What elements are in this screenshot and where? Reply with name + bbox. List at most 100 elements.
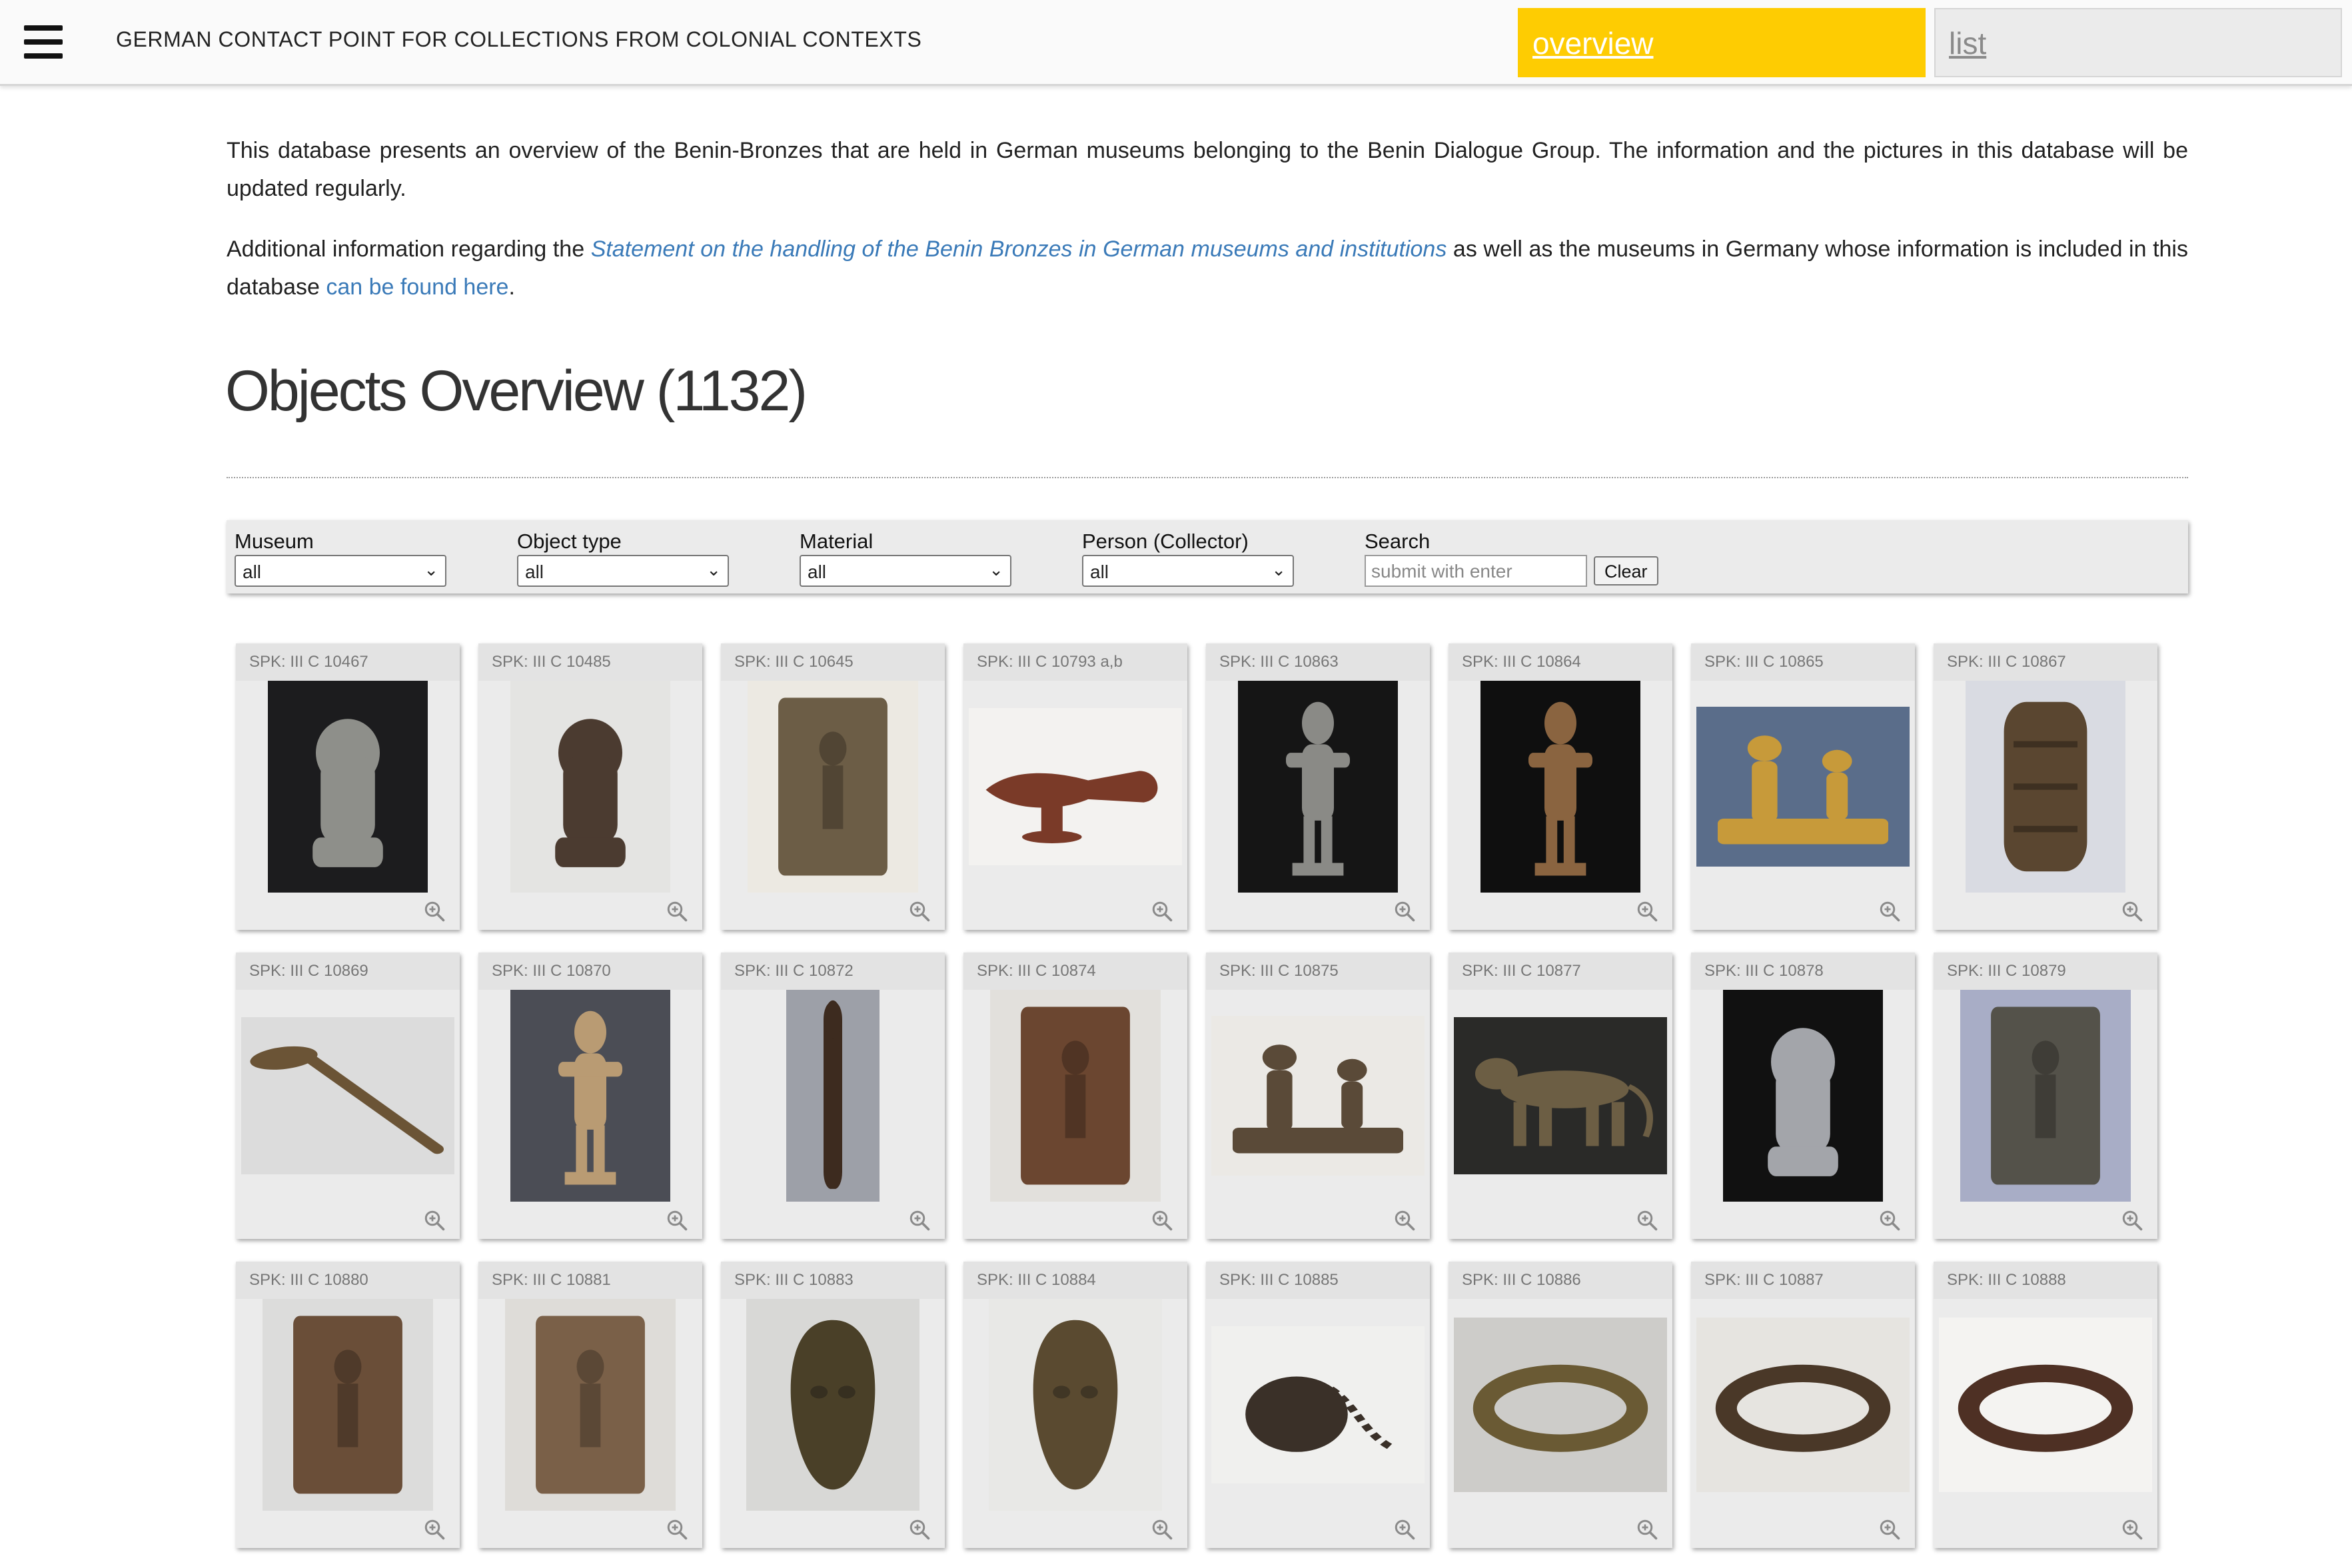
zoom-icon[interactable] — [907, 1208, 931, 1232]
object-card[interactable]: SPK: III C 10887 — [1691, 1262, 1915, 1548]
object-thumbnail[interactable] — [268, 681, 428, 893]
object-card[interactable]: SPK: III C 10863 — [1206, 643, 1430, 930]
object-thumbnail[interactable] — [1723, 990, 1883, 1202]
object-card[interactable]: SPK: III C 10865 — [1691, 643, 1915, 930]
zoom-icon[interactable] — [1878, 1208, 1902, 1232]
clear-button[interactable]: Clear — [1594, 556, 1658, 586]
material-select[interactable]: all ⌄ — [800, 555, 1011, 587]
object-inventory-label: SPK: III C 10875 — [1206, 953, 1430, 990]
object-card[interactable]: SPK: III C 10877 — [1449, 953, 1672, 1239]
object-thumbnail[interactable] — [1696, 707, 1910, 867]
object-card[interactable]: SPK: III C 10467 — [236, 643, 460, 930]
object-thumbnail[interactable] — [241, 1017, 454, 1174]
object-card[interactable]: SPK: III C 10886 — [1449, 1262, 1672, 1548]
object-card[interactable]: SPK: III C 10881 — [478, 1262, 702, 1548]
zoom-icon[interactable] — [1393, 899, 1417, 923]
zoom-icon[interactable] — [2120, 899, 2144, 923]
zoom-icon[interactable] — [907, 1517, 931, 1541]
object-media-area — [1206, 681, 1430, 893]
person-select[interactable]: all ⌄ — [1082, 555, 1294, 587]
zoom-icon[interactable] — [1150, 1517, 1174, 1541]
zoom-icon[interactable] — [907, 899, 931, 923]
object-card[interactable]: SPK: III C 10885 — [1206, 1262, 1430, 1548]
object-thumbnail[interactable] — [1211, 1016, 1425, 1176]
zoom-icon[interactable] — [1393, 1208, 1417, 1232]
object-thumbnail[interactable] — [1454, 1017, 1667, 1174]
zoom-icon[interactable] — [1635, 1517, 1659, 1541]
object-thumbnail[interactable] — [1454, 1318, 1667, 1492]
site-title[interactable]: GERMAN CONTACT POINT FOR COLLECTIONS FRO… — [116, 27, 921, 52]
statement-link[interactable]: Statement on the handling of the Benin B… — [591, 236, 1447, 262]
chevron-down-icon: ⌄ — [706, 560, 721, 580]
object-card[interactable]: SPK: III C 10793 a,b — [963, 643, 1187, 930]
chevron-down-icon: ⌄ — [424, 560, 438, 580]
object-type-select[interactable]: all ⌄ — [517, 555, 729, 587]
object-card[interactable]: SPK: III C 10864 — [1449, 643, 1672, 930]
object-thumbnail[interactable] — [263, 1299, 433, 1511]
nav-list-tab[interactable]: list — [1934, 8, 2342, 77]
nav-overview-tab[interactable]: overview — [1518, 8, 1926, 77]
zoom-icon[interactable] — [2120, 1517, 2144, 1541]
zoom-icon[interactable] — [422, 1517, 446, 1541]
object-card[interactable]: SPK: III C 10867 — [1934, 643, 2157, 930]
object-inventory-label: SPK: III C 10867 — [1934, 643, 2157, 681]
object-thumbnail[interactable] — [1939, 1318, 2152, 1492]
zoom-icon[interactable] — [665, 899, 689, 923]
object-card[interactable]: SPK: III C 10874 — [963, 953, 1187, 1239]
object-thumbnail[interactable] — [989, 1299, 1162, 1511]
object-thumbnail[interactable] — [1960, 990, 2131, 1202]
object-media-area — [963, 1299, 1187, 1511]
person-filter-label: Person (Collector) — [1082, 530, 1249, 553]
nav-overview-label[interactable]: overview — [1532, 26, 1654, 61]
zoom-icon[interactable] — [1635, 899, 1659, 923]
object-thumbnail[interactable] — [505, 1299, 676, 1511]
object-card[interactable]: SPK: III C 10875 — [1206, 953, 1430, 1239]
zoom-icon[interactable] — [1150, 899, 1174, 923]
object-thumbnail[interactable] — [748, 681, 918, 893]
object-media-area — [1934, 1299, 2157, 1511]
zoom-icon[interactable] — [665, 1517, 689, 1541]
hamburger-menu-icon[interactable] — [24, 25, 63, 59]
object-thumbnail[interactable] — [1238, 681, 1398, 893]
found-here-link[interactable]: can be found here — [326, 274, 508, 300]
zoom-icon[interactable] — [665, 1208, 689, 1232]
object-thumbnail[interactable] — [746, 1299, 919, 1511]
zoom-icon[interactable] — [1878, 899, 1902, 923]
zoom-icon[interactable] — [1393, 1517, 1417, 1541]
zoom-icon[interactable] — [1878, 1517, 1902, 1541]
object-card[interactable]: SPK: III C 10870 — [478, 953, 702, 1239]
object-card[interactable]: SPK: III C 10878 — [1691, 953, 1915, 1239]
zoom-icon[interactable] — [1635, 1208, 1659, 1232]
object-card[interactable]: SPK: III C 10884 — [963, 1262, 1187, 1548]
object-inventory-label: SPK: III C 10793 a,b — [963, 643, 1187, 681]
object-thumbnail[interactable] — [1211, 1326, 1425, 1483]
object-inventory-label: SPK: III C 10878 — [1691, 953, 1915, 990]
object-thumbnail[interactable] — [969, 708, 1182, 865]
object-inventory-label: SPK: III C 10879 — [1934, 953, 2157, 990]
museum-select[interactable]: all ⌄ — [235, 555, 446, 587]
object-thumbnail[interactable] — [510, 681, 670, 893]
object-thumbnail[interactable] — [510, 990, 670, 1202]
object-card[interactable]: SPK: III C 10485 — [478, 643, 702, 930]
search-input[interactable]: submit with enter — [1365, 555, 1587, 587]
zoom-icon[interactable] — [2120, 1208, 2144, 1232]
zoom-icon[interactable] — [422, 1208, 446, 1232]
object-card[interactable]: SPK: III C 10645 — [721, 643, 945, 930]
zoom-icon[interactable] — [422, 899, 446, 923]
object-media-area — [1691, 681, 1915, 893]
object-media-area — [721, 990, 945, 1202]
object-card[interactable]: SPK: III C 10880 — [236, 1262, 460, 1548]
nav-list-label[interactable]: list — [1949, 26, 1986, 61]
object-card[interactable]: SPK: III C 10869 — [236, 953, 460, 1239]
object-card[interactable]: SPK: III C 10883 — [721, 1262, 945, 1548]
person-filter: Person (Collector) all ⌄ — [1082, 530, 1294, 587]
object-thumbnail[interactable] — [1966, 681, 2125, 893]
object-thumbnail[interactable] — [786, 990, 880, 1202]
object-card[interactable]: SPK: III C 10888 — [1934, 1262, 2157, 1548]
object-thumbnail[interactable] — [990, 990, 1161, 1202]
object-card[interactable]: SPK: III C 10879 — [1934, 953, 2157, 1239]
object-card[interactable]: SPK: III C 10872 — [721, 953, 945, 1239]
zoom-icon[interactable] — [1150, 1208, 1174, 1232]
object-thumbnail[interactable] — [1480, 681, 1640, 893]
object-thumbnail[interactable] — [1696, 1318, 1910, 1492]
